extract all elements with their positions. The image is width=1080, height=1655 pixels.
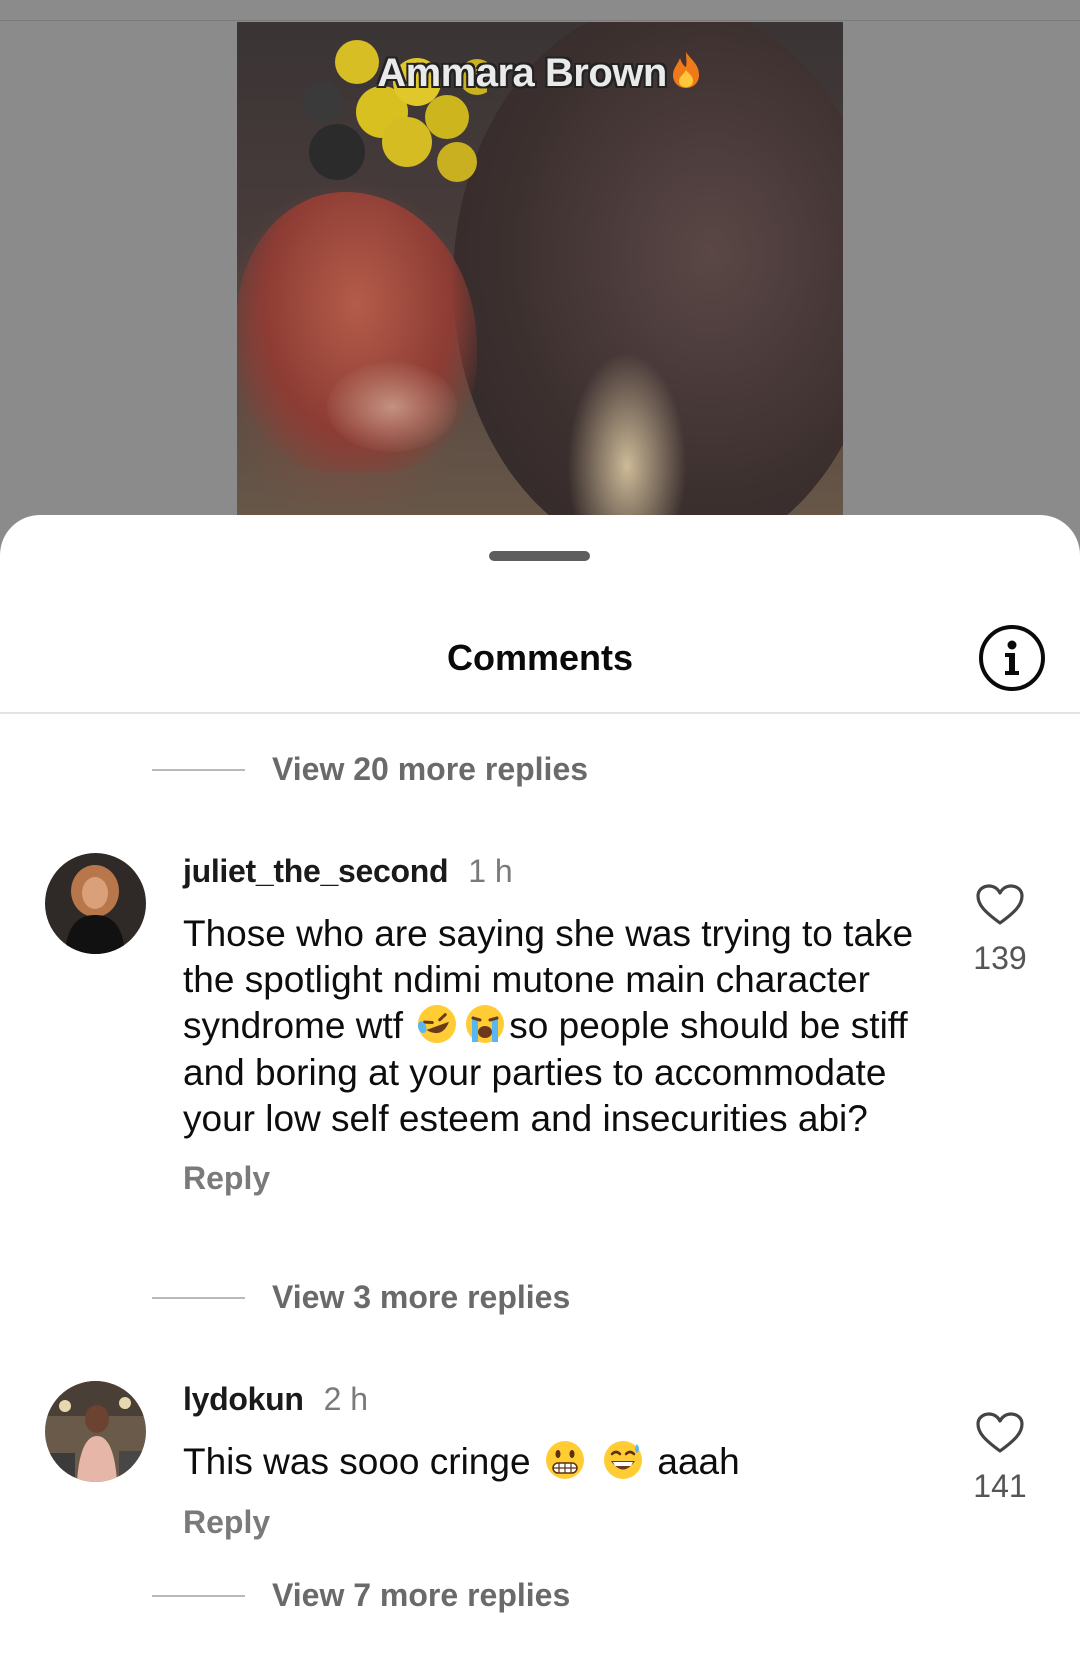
view-more-replies-button[interactable]: View 3 more replies [152,1279,570,1316]
rolling-on-floor-laughing-emoji [418,1005,457,1044]
avatar-image [45,1381,146,1482]
avatar[interactable] [45,853,146,954]
comments-sheet: Comments View 20 more replies juliet_the… [0,515,1080,1655]
view-more-replies-button[interactable]: View 20 more replies [152,751,588,788]
fire-emoji [672,52,699,88]
reply-button[interactable]: Reply [183,1504,933,1541]
drag-handle[interactable] [489,551,590,561]
loudly-crying-emoji [466,1005,505,1044]
view-more-replies-label: View 20 more replies [272,751,589,787]
like-button[interactable]: 141 [960,1411,1040,1505]
view-more-replies-label: View 7 more replies [272,1577,571,1613]
header-divider [0,712,1080,714]
view-more-replies-label: View 3 more replies [272,1279,571,1315]
grinning-squinting-sweat-emoji [604,1441,643,1480]
raised-hand [327,362,457,452]
info-glyph [1005,640,1019,675]
sheet-title: Comments [446,637,634,678]
video-caption: Ammara Brown [237,50,843,96]
like-count: 141 [973,1468,1027,1504]
comment-time: 1 h [468,853,513,889]
comment-text-part: This was sooo cringe [183,1441,541,1482]
replies-line [152,1296,245,1299]
grimacing-face-emoji [545,1441,584,1480]
reply-button[interactable]: Reply [183,1160,933,1197]
light-glow [567,352,687,542]
comment-body: lydokun 2 h This was sooo cringe aaah Re… [183,1381,933,1541]
comment-text: This was sooo cringe aaah [183,1439,933,1486]
view-more-replies-button[interactable]: View 7 more replies [152,1577,570,1614]
like-button[interactable]: 139 [960,883,1040,977]
top-divider [0,20,1080,21]
heart-icon[interactable] [975,1411,1025,1455]
comment-text-part: aaah [647,1441,740,1482]
avatar[interactable] [45,1381,146,1482]
comment-body: juliet_the_second 1 h Those who are sayi… [183,853,933,1197]
balloons-decoration [302,40,487,182]
comment-time: 2 h [323,1381,369,1417]
comment-username[interactable]: lydokun [183,1381,304,1418]
comment-text: Those who are saying she was trying to t… [183,911,933,1142]
replies-line [152,1594,245,1597]
avatar-image [45,853,146,954]
video-thumbnail[interactable]: Ammara Brown [237,22,843,542]
replies-line [152,768,245,771]
heart-icon[interactable] [975,883,1025,927]
caption-text: Ammara Brown [377,51,667,95]
comment-username[interactable]: juliet_the_second [183,853,449,890]
info-icon[interactable] [979,625,1045,691]
like-count: 139 [973,940,1027,976]
